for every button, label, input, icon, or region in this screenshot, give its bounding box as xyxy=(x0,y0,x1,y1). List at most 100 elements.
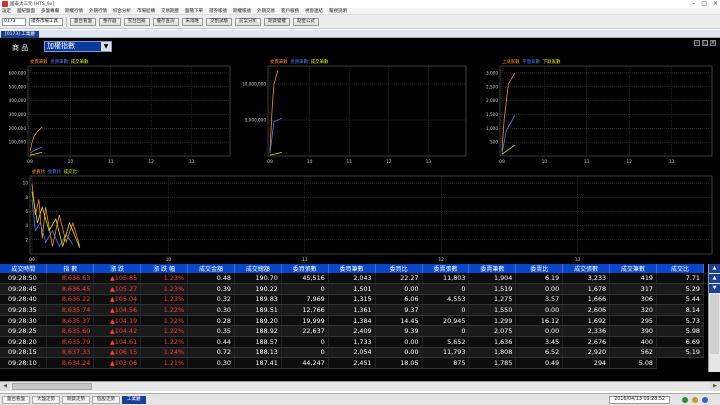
column-header[interactable]: 成交總額 xyxy=(234,264,282,273)
app-logo-icon xyxy=(2,1,8,7)
column-header[interactable]: 委賣張數 xyxy=(422,264,470,273)
vertical-scrollbar[interactable]: ▲ ▲ ▼ xyxy=(708,264,720,372)
y-tick-label: 500,000 xyxy=(9,84,27,89)
menu-item[interactable]: 設定 xyxy=(2,8,11,14)
table-row[interactable]: 09:28:45 8,636.45 ▲105.27 1.23% 0.39 190.22 0 1… xyxy=(0,283,705,295)
table-cell: 1,808 xyxy=(468,347,517,359)
table-row[interactable]: 09:28:15 8,637.33 ▲106.15 1.24% 0.72 188.13 0 2… xyxy=(0,347,705,359)
status-tab[interactable]: 期貨走勢 xyxy=(62,395,90,404)
table-cell: 9.39 xyxy=(375,325,423,338)
table-row[interactable]: 09:28:20 8,635.79 ▲104.61 1.22% 0.44 188.57 0 1… xyxy=(0,336,705,348)
symbol-input[interactable]: 0173 xyxy=(2,17,26,26)
toolbar-button[interactable]: 朱雨唯 xyxy=(181,17,203,26)
scroll-right-icon[interactable]: ▶ xyxy=(710,382,720,391)
table-cell: 1.23% xyxy=(140,294,189,306)
toolbar-button[interactable]: 點金公式 xyxy=(293,17,319,26)
menu-item[interactable]: 視窗連結 xyxy=(305,8,323,14)
table-cell: 0.00 xyxy=(515,283,564,295)
menu-item[interactable]: 期權帳號 xyxy=(233,8,251,14)
product-select[interactable]: 加權指數 ▼ xyxy=(44,41,112,52)
toolbar-button[interactable]: 交割試驗 xyxy=(206,17,232,26)
menu-item[interactable]: 幫視說明 xyxy=(329,8,347,14)
y-tick-label: 100,000 xyxy=(9,140,27,145)
menu-item[interactable]: 交易期歷 xyxy=(161,8,179,14)
table-cell: 2,920 xyxy=(562,347,611,359)
menu-item[interactable]: 盤簡下單 xyxy=(185,8,203,14)
minimize-icon[interactable]: – xyxy=(692,0,695,8)
alert-icon xyxy=(692,397,698,403)
table-cell: 1,501 xyxy=(328,283,376,295)
toolbar-button[interactable]: 雪台回補 xyxy=(123,17,150,26)
table-cell: 09:28:20 xyxy=(0,336,48,348)
column-header[interactable]: 成交張數 xyxy=(562,264,611,273)
table-cell: 3.45 xyxy=(515,336,564,348)
table-row[interactable]: 09:28:30 8,635.37 ▲104.19 1.22% 0.28 189.20 19… xyxy=(0,315,705,327)
table-row[interactable]: 09:28:50 8,636.63 ▲105.85 1.23% 0.48 190.70 45… xyxy=(0,273,705,285)
scroll-left-icon[interactable]: ◀ xyxy=(0,382,10,391)
scroll-thumb[interactable] xyxy=(12,383,92,390)
toolbar-button[interactable]: 前案分析 xyxy=(235,17,261,26)
toolbar-button[interactable]: 盤台看盤 xyxy=(70,17,96,26)
table-row[interactable]: 09:28:40 8,636.22 ▲105.04 1.23% 0.32 189.83 7,… xyxy=(0,294,705,306)
status-tab[interactable]: 大盤走勢 xyxy=(32,395,60,404)
series-line xyxy=(29,146,43,154)
column-header[interactable]: 成交比 xyxy=(656,264,705,273)
y-tick-label: 10 xyxy=(23,181,29,186)
tool-select[interactable]: 證券市場工具 xyxy=(29,17,63,26)
column-header[interactable]: 成交時間 xyxy=(0,264,48,273)
table-cell: 8,635.79 xyxy=(46,336,95,348)
table-cell: 6.52 xyxy=(515,347,564,359)
toolbar-button[interactable]: 期貨變權 xyxy=(264,17,290,26)
scroll-down-icon[interactable]: ▼ xyxy=(709,284,720,293)
menu-item[interactable]: 外期交易 xyxy=(257,8,275,14)
status-tab[interactable]: 盤台看盤 xyxy=(2,395,30,404)
tab-industry[interactable]: [0173] 工業廳 xyxy=(1,31,39,38)
menu-item[interactable]: 外期行情 xyxy=(89,8,107,14)
table-cell: 1,733 xyxy=(328,336,376,348)
column-header[interactable]: 成交金額 xyxy=(187,264,235,273)
pane-close-icon[interactable]: × xyxy=(710,40,716,46)
toolbar-button[interactable]: 整存器 xyxy=(99,17,121,26)
menu-item[interactable]: 期權行情 xyxy=(65,8,83,14)
column-header[interactable]: 成交筆數 xyxy=(609,264,657,273)
menu-item[interactable]: 綜合分析 xyxy=(113,8,131,14)
status-tab[interactable]: 個股走勢 xyxy=(92,395,120,404)
table-row[interactable]: 09:28:10 8,634.24 ▲103.06 1.21% 0.30 187.41 44… xyxy=(0,357,704,369)
column-header[interactable]: 委買筆數 xyxy=(328,264,376,273)
column-header[interactable]: 委買張數 xyxy=(281,264,329,273)
column-header[interactable]: 指 數 xyxy=(46,264,95,273)
maximize-icon[interactable]: □ xyxy=(701,0,707,8)
menu-item[interactable]: 多盤專欄 xyxy=(41,8,59,14)
horizontal-scrollbar[interactable]: ◀ ▶ xyxy=(0,381,720,391)
status-tab[interactable]: 工業廳 xyxy=(122,395,146,404)
scroll-top-icon[interactable]: ▲ xyxy=(709,264,720,273)
pane-minimize-icon[interactable]: – xyxy=(694,40,700,46)
menu-item[interactable]: 客戶服務 xyxy=(281,8,299,14)
table-cell: 320 xyxy=(609,304,657,316)
table-row[interactable]: 09:28:35 8,635.74 ▲104.56 1.22% 0.30 189.51 12… xyxy=(0,304,705,316)
x-tick-label: 13 xyxy=(575,257,581,263)
column-header[interactable]: 委賣筆數 xyxy=(468,264,517,273)
scroll-up-icon[interactable]: ▲ xyxy=(709,274,720,283)
table-cell: 188.13 xyxy=(234,347,282,359)
toolbar-button[interactable]: 優存查詢 xyxy=(152,17,179,26)
table-cell: 189.20 xyxy=(234,315,282,327)
column-header[interactable]: 委賣比 xyxy=(515,264,564,273)
table-row[interactable]: 09:28:25 8,635.60 ▲104.42 1.22% 0.35 188.92 22… xyxy=(0,325,705,338)
pane-restore-icon[interactable]: □ xyxy=(702,40,708,46)
table-cell: ▲104.56 xyxy=(93,304,142,316)
menu-item[interactable]: 國紀盤面 xyxy=(17,8,35,14)
column-header[interactable]: 委買比 xyxy=(375,264,423,273)
scroll-track[interactable] xyxy=(710,294,719,354)
legend-entry: 成交筆數 xyxy=(311,58,329,65)
column-header[interactable]: 漲 跌 幅 xyxy=(140,264,189,273)
column-header[interactable]: 漲 跌 xyxy=(93,264,142,273)
table-cell: 189.83 xyxy=(234,294,282,306)
table-cell: 0 xyxy=(422,325,470,338)
chart-order-count: 委賣筆數 委買筆數 成交筆數 600,000 500,000 400,000 300,000… xyxy=(2,54,236,166)
close-icon[interactable]: × xyxy=(713,0,718,8)
table-cell: 0.48 xyxy=(187,273,235,285)
menu-item[interactable]: 證券帳號 xyxy=(209,8,227,14)
chevron-down-icon[interactable]: ▼ xyxy=(101,42,111,51)
menu-item[interactable]: 市場結構 xyxy=(137,8,155,14)
